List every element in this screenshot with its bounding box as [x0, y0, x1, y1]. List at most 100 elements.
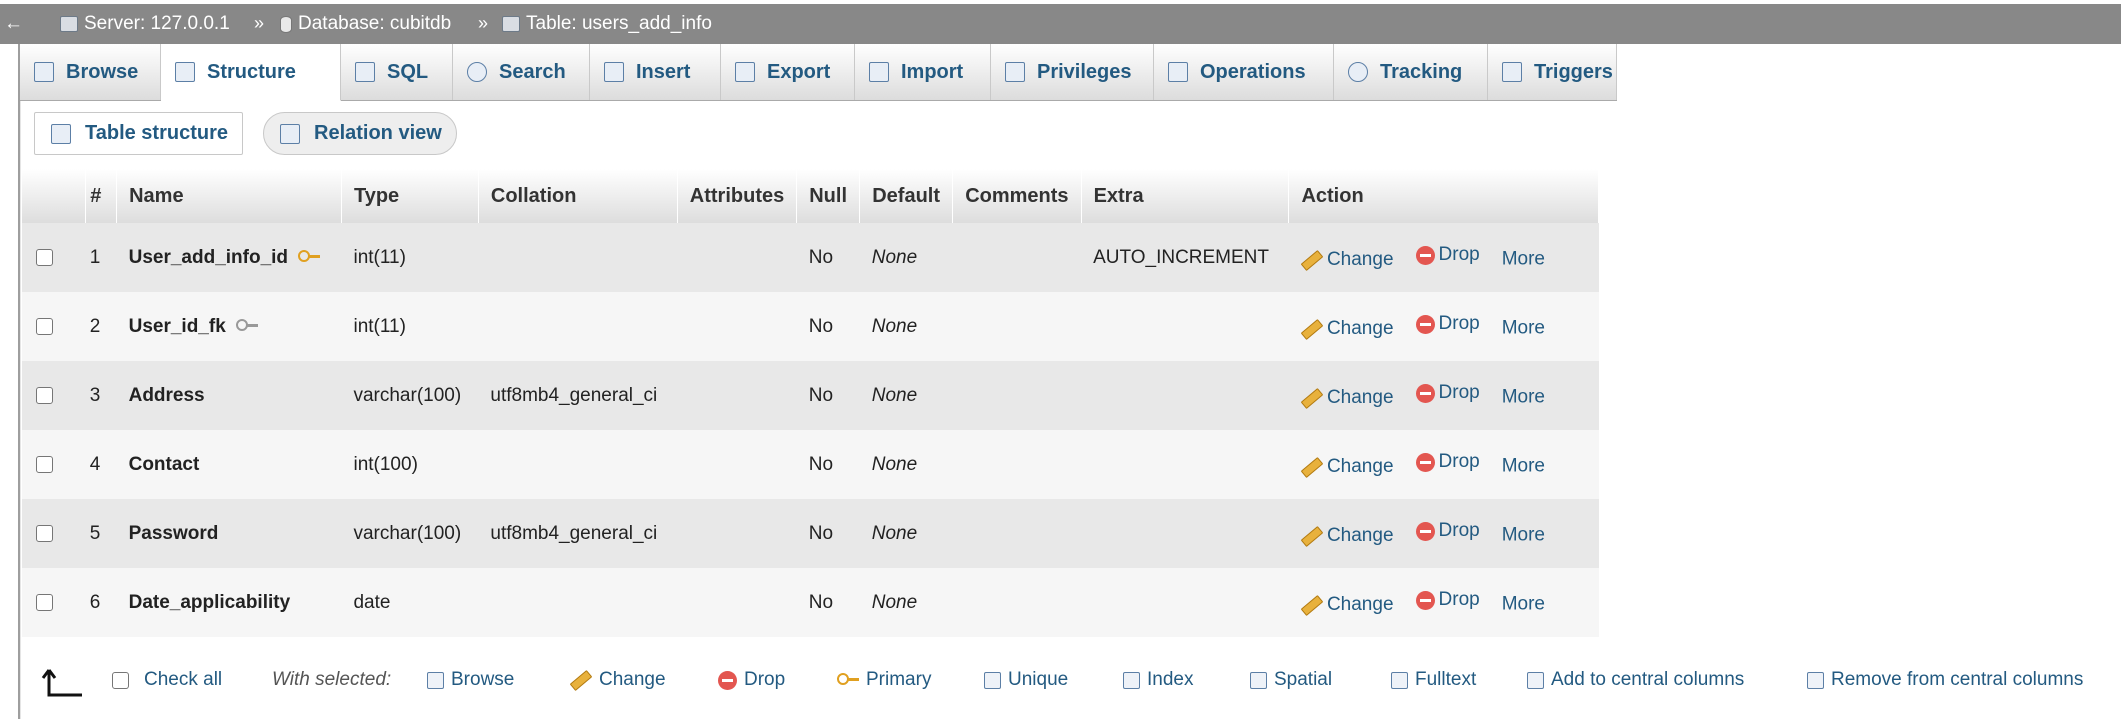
remove-central-label: Remove from central columns: [1831, 669, 2084, 690]
cell-attributes: [677, 361, 797, 430]
bulk-browse-button[interactable]: Browse: [427, 669, 514, 691]
row-checkbox[interactable]: [36, 455, 53, 473]
bulk-primary-button[interactable]: Primary: [837, 669, 931, 691]
more-button[interactable]: More: [1502, 594, 1545, 615]
bulk-fulltext-button[interactable]: Fulltext: [1391, 669, 1476, 691]
tab-privileges[interactable]: Privileges: [991, 44, 1154, 100]
row-select-cell: [22, 361, 86, 430]
header-type: Type: [341, 169, 479, 223]
bulk-index-button[interactable]: Index: [1123, 669, 1193, 691]
tab-sql[interactable]: SQL: [341, 44, 453, 100]
tab-structure[interactable]: Structure: [161, 44, 341, 101]
tab-operations[interactable]: Operations: [1154, 44, 1334, 100]
row-checkbox[interactable]: [36, 317, 53, 335]
bulk-change-button[interactable]: Change: [569, 669, 666, 691]
change-button[interactable]: Change: [1300, 387, 1394, 409]
tab-tracking[interactable]: Tracking: [1334, 44, 1488, 100]
remove-from-central-columns-button[interactable]: Remove from central columns: [1807, 669, 2083, 691]
tab-browse[interactable]: Browse: [20, 44, 161, 100]
drop-button[interactable]: Drop: [1415, 520, 1480, 542]
more-button[interactable]: More: [1502, 387, 1545, 408]
tab-insert[interactable]: Insert: [590, 44, 721, 100]
tab-import[interactable]: Import: [855, 44, 991, 100]
cell-comments: [952, 223, 1082, 292]
more-button[interactable]: More: [1502, 525, 1545, 546]
breadcrumb-server-label[interactable]: Server: 127.0.0.1: [84, 13, 230, 35]
breadcrumb-database[interactable]: Database: cubitdb: [280, 13, 451, 35]
back-arrow-icon[interactable]: ←: [4, 13, 23, 35]
cell-collation: [478, 223, 678, 292]
row-select-cell: [22, 223, 86, 292]
cell-comments: [952, 568, 1082, 637]
remove-central-columns-icon: [1807, 671, 1824, 689]
row-checkbox[interactable]: [36, 593, 53, 611]
breadcrumb-database-label[interactable]: Database: cubitdb: [298, 13, 451, 35]
header-default: Default: [859, 169, 954, 223]
change-button[interactable]: Change: [1300, 456, 1394, 478]
row-select-cell: [22, 568, 86, 637]
drop-button[interactable]: Drop: [1415, 382, 1480, 404]
add-to-central-columns-button[interactable]: Add to central columns: [1527, 669, 1744, 691]
breadcrumb-table[interactable]: Table: users_add_info: [502, 13, 712, 35]
drop-button[interactable]: Drop: [1415, 451, 1480, 473]
drop-label: Drop: [1438, 520, 1480, 541]
bulk-spatial-label: Spatial: [1274, 669, 1333, 690]
change-button[interactable]: Change: [1300, 318, 1394, 340]
drop-button[interactable]: Drop: [1415, 589, 1480, 611]
bulk-drop-button[interactable]: Drop: [718, 669, 785, 691]
subtab-table-structure[interactable]: Table structure: [34, 112, 243, 155]
cell-num: 1: [85, 223, 117, 292]
column-name: Contact: [128, 453, 200, 475]
cell-num: 6: [85, 568, 117, 637]
bulk-index-label: Index: [1147, 669, 1194, 690]
spatial-icon: [1250, 671, 1267, 689]
drop-button[interactable]: Drop: [1415, 244, 1480, 266]
row-checkbox[interactable]: [36, 524, 53, 542]
row-checkbox[interactable]: [36, 248, 53, 266]
select-arrow-icon: [41, 669, 82, 697]
breadcrumb-server[interactable]: Server: 127.0.0.1: [60, 13, 230, 35]
bulk-spatial-button[interactable]: Spatial: [1250, 669, 1332, 691]
header-null: Null: [796, 169, 861, 223]
cell-num: 4: [85, 430, 117, 499]
more-button[interactable]: More: [1502, 318, 1545, 339]
cell-default: None: [859, 499, 953, 568]
cell-collation: utf8mb4_general_ci: [478, 499, 678, 568]
breadcrumb-separator: »: [478, 13, 489, 33]
cell-null: No: [796, 499, 860, 568]
subtab-relation-view-label: Relation view: [314, 122, 442, 144]
change-button[interactable]: Change: [1300, 594, 1394, 616]
pencil-icon: [569, 669, 593, 691]
change-button[interactable]: Change: [1300, 525, 1394, 547]
structure-icon: [175, 62, 195, 82]
more-button[interactable]: More: [1502, 456, 1545, 477]
change-button[interactable]: Change: [1300, 249, 1394, 271]
breadcrumb-table-label[interactable]: Table: users_add_info: [526, 13, 712, 35]
drop-label: Drop: [1438, 589, 1480, 610]
tab-export[interactable]: Export: [721, 44, 855, 100]
check-all-label[interactable]: Check all: [144, 669, 222, 691]
header-action: Action: [1288, 169, 1599, 223]
cell-default: None: [859, 292, 953, 361]
cell-attributes: [677, 430, 797, 499]
back-arrow-glyph[interactable]: ←: [4, 13, 23, 35]
subtab-relation-view[interactable]: Relation view: [263, 112, 457, 155]
bulk-unique-button[interactable]: Unique: [984, 669, 1068, 691]
cell-comments: [952, 292, 1082, 361]
check-all[interactable]: Check all: [112, 669, 222, 691]
cell-attributes: [677, 568, 797, 637]
drop-label: Drop: [1438, 382, 1480, 403]
cell-extra: [1081, 568, 1289, 637]
triggers-icon: [1502, 62, 1522, 82]
cell-actions: Change Drop More: [1288, 361, 1599, 430]
eye-icon: [1348, 62, 1368, 82]
change-label: Change: [1326, 318, 1394, 339]
cell-attributes: [677, 292, 797, 361]
more-button[interactable]: More: [1502, 249, 1545, 270]
tab-search[interactable]: Search: [453, 44, 590, 100]
row-checkbox[interactable]: [36, 386, 53, 404]
cell-comments: [952, 430, 1082, 499]
check-all-checkbox[interactable]: [112, 671, 129, 689]
tab-triggers[interactable]: Triggers: [1488, 44, 1617, 100]
drop-button[interactable]: Drop: [1415, 313, 1480, 335]
